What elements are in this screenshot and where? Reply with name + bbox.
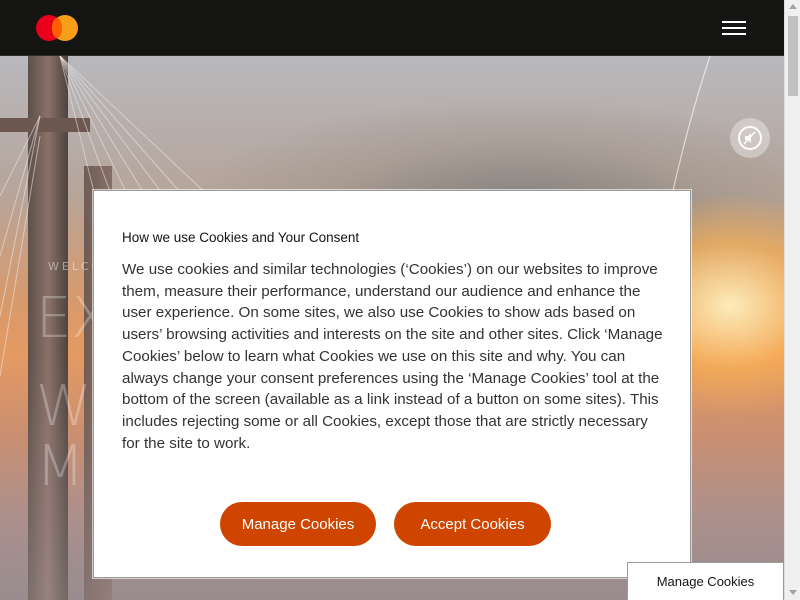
hero-headline-line-3: M — [36, 434, 85, 499]
hamburger-menu-icon[interactable] — [722, 18, 748, 38]
cookie-consent-dialog: How we use Cookies and Your Consent We u… — [93, 190, 691, 578]
page-scrollbar[interactable] — [784, 0, 800, 600]
mute-icon — [738, 126, 762, 150]
scroll-thumb[interactable] — [788, 16, 798, 96]
scroll-up-arrow-icon[interactable] — [789, 4, 797, 9]
accept-cookies-button[interactable]: Accept Cookies — [394, 502, 551, 546]
site-header — [0, 0, 784, 56]
mastercard-logo[interactable] — [36, 15, 78, 41]
scroll-down-arrow-icon[interactable] — [789, 590, 797, 595]
manage-cookies-button[interactable]: Manage Cookies — [220, 502, 376, 546]
hero-headline-line-2: W — [36, 374, 92, 439]
mute-button[interactable] — [730, 118, 770, 158]
dialog-body-text: We use cookies and similar technologies … — [122, 261, 663, 452]
dialog-title: How we use Cookies and Your Consent — [122, 230, 360, 245]
logo-overlap — [52, 18, 62, 38]
manage-cookies-tab[interactable]: Manage Cookies — [627, 562, 784, 600]
